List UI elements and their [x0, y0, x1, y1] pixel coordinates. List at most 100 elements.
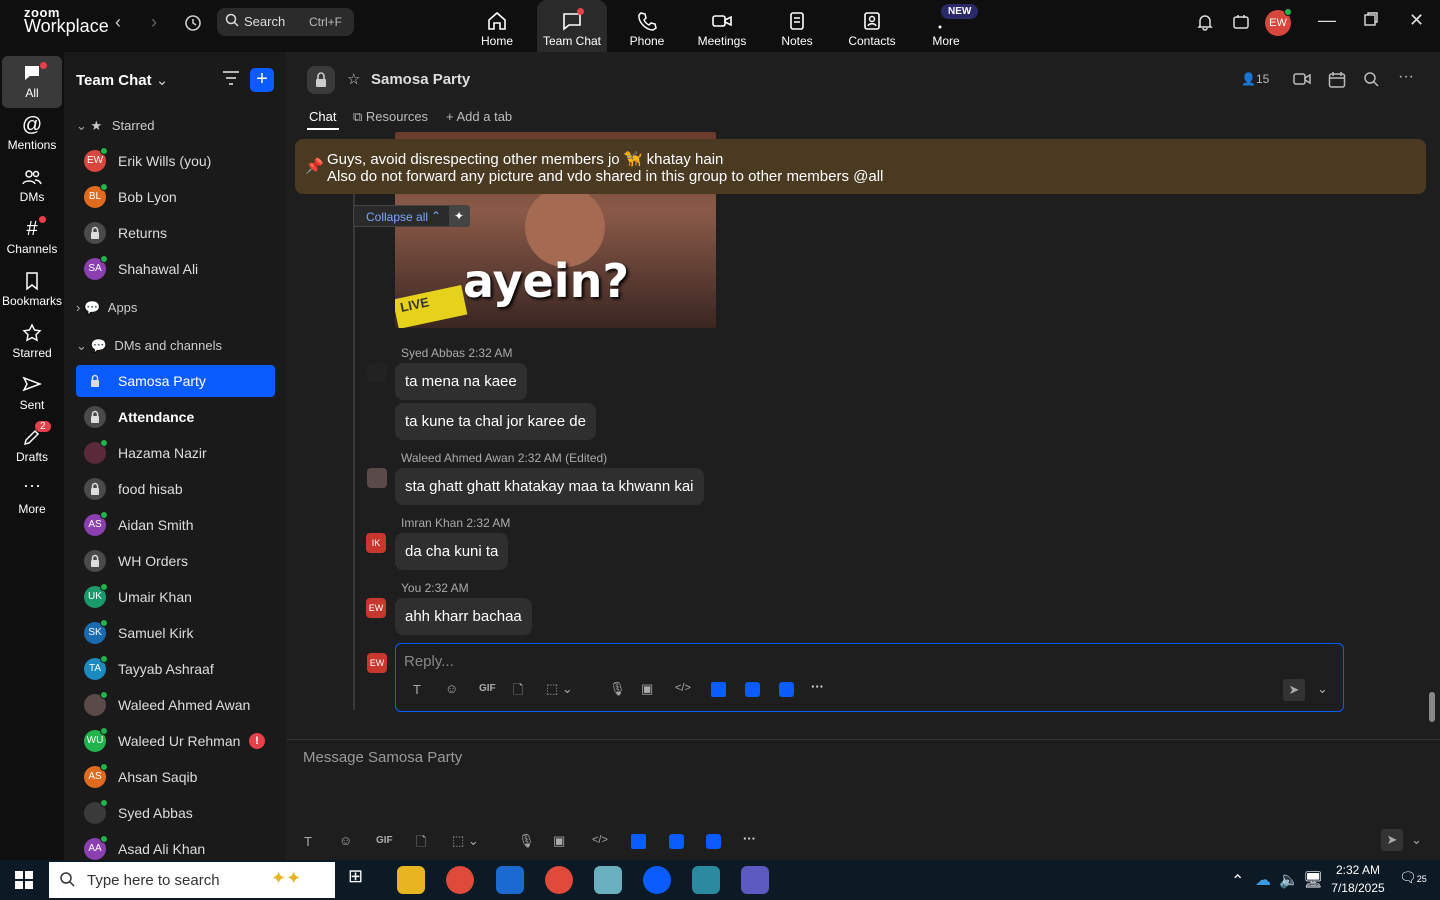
- avatar[interactable]: [367, 468, 387, 488]
- nav-contacts[interactable]: Contacts: [837, 0, 907, 52]
- avatar[interactable]: IK: [366, 533, 386, 553]
- dm-item[interactable]: WU Waleed Ur Rehman: [76, 725, 275, 757]
- send-icon[interactable]: ➤: [1283, 679, 1305, 701]
- tab-chat[interactable]: Chat: [309, 109, 336, 124]
- microphone-icon[interactable]: 🎙: [518, 833, 535, 849]
- compose-placeholder[interactable]: Message Samosa Party: [303, 749, 462, 766]
- rail-more[interactable]: ··· More: [2, 472, 62, 524]
- history-icon[interactable]: [183, 13, 203, 38]
- search-icon[interactable]: [1363, 71, 1379, 92]
- dm-item[interactable]: Syed Abbas: [76, 797, 275, 829]
- screenshot-icon[interactable]: ⬚ ⌄: [546, 681, 573, 697]
- onedrive-icon[interactable]: ☁: [1255, 870, 1271, 890]
- pinned-message[interactable]: 📌 Guys, avoid disrespecting other member…: [295, 139, 1426, 194]
- message-bubble[interactable]: ahh kharr bachaa: [395, 598, 532, 635]
- dm-item[interactable]: UK Umair Khan: [76, 581, 275, 613]
- whiteboard-icon[interactable]: [1232, 13, 1250, 36]
- dm-item[interactable]: Samosa Party: [76, 365, 275, 397]
- close-icon[interactable]: ✕: [1409, 10, 1424, 31]
- emoji-icon[interactable]: ☺: [339, 833, 352, 848]
- rail-channels[interactable]: # Channels: [2, 212, 62, 264]
- more-options-icon[interactable]: ···: [1398, 68, 1414, 86]
- rail-bookmarks[interactable]: Bookmarks: [2, 264, 62, 316]
- volume-icon[interactable]: 🔈: [1279, 870, 1299, 890]
- app-icon[interactable]: [594, 866, 622, 894]
- code-icon[interactable]: </>: [592, 834, 608, 846]
- send-icon[interactable]: ➤: [1381, 829, 1403, 851]
- message-bubble[interactable]: ta mena na kaee: [395, 363, 527, 400]
- section-dms[interactable]: ⌄ 💬 DMs and channels: [76, 338, 222, 354]
- collapse-all-button[interactable]: Collapse all ⌃ ✦: [353, 205, 470, 227]
- windows-start-icon[interactable]: [15, 871, 33, 894]
- rail-all[interactable]: All: [2, 56, 62, 108]
- section-apps[interactable]: › 💬 Apps: [76, 300, 137, 316]
- app-icon[interactable]: [706, 834, 721, 849]
- task-view-icon[interactable]: ⊞: [348, 866, 376, 894]
- format-text-icon[interactable]: T: [304, 834, 312, 849]
- rail-mentions[interactable]: @ Mentions: [2, 108, 62, 160]
- file-icon[interactable]: 🗋: [513, 681, 523, 703]
- gif-button[interactable]: GIF: [479, 683, 496, 694]
- docs-icon[interactable]: [711, 682, 726, 697]
- dm-item[interactable]: Attendance: [76, 401, 275, 433]
- dm-item[interactable]: WH Orders: [76, 545, 275, 577]
- dm-item[interactable]: AS Aidan Smith: [76, 509, 275, 541]
- zoom-icon[interactable]: [643, 866, 671, 894]
- app-icon[interactable]: [669, 834, 684, 849]
- nav-phone[interactable]: Phone: [612, 0, 682, 52]
- nav-notes[interactable]: Notes: [762, 0, 832, 52]
- channel-name[interactable]: Samosa Party: [371, 71, 470, 88]
- chevron-down-icon[interactable]: ⌄: [1317, 681, 1328, 697]
- docs-icon[interactable]: [631, 834, 646, 849]
- minimize-icon[interactable]: —: [1318, 10, 1336, 31]
- members-count[interactable]: 👤15: [1241, 72, 1269, 86]
- more-dots-icon[interactable]: ···: [811, 679, 824, 694]
- message-bubble[interactable]: sta ghatt ghatt khatakay maa ta khwann k…: [395, 468, 704, 505]
- app-icon[interactable]: [779, 682, 794, 697]
- video-message-icon[interactable]: ▣: [553, 833, 565, 849]
- tab-resources[interactable]: ⧉ Resources: [353, 109, 428, 125]
- rail-dms[interactable]: DMs: [2, 160, 62, 212]
- forward-arrow-icon[interactable]: ›: [151, 12, 157, 33]
- clock-time[interactable]: 2:32 AM: [1328, 863, 1388, 877]
- starred-item[interactable]: Returns: [76, 217, 275, 249]
- nav-team-chat[interactable]: Team Chat: [537, 0, 607, 52]
- file-icon[interactable]: 🗋: [416, 833, 426, 855]
- rail-drafts[interactable]: Drafts 2: [2, 420, 62, 472]
- app-icon[interactable]: [745, 682, 760, 697]
- taskbar-search[interactable]: Type here to search ✦✦: [49, 862, 335, 898]
- nav-meetings[interactable]: Meetings: [687, 0, 757, 52]
- more-dots-icon[interactable]: ···: [743, 831, 756, 846]
- rail-starred[interactable]: Starred: [2, 316, 62, 368]
- dm-item[interactable]: SK Samuel Kirk: [76, 617, 275, 649]
- sidebar-title[interactable]: Team Chat ⌄: [76, 71, 168, 89]
- reply-input[interactable]: Reply... T ☺ GIF 🗋 ⬚ ⌄ 🎙 ▣ </> ··· ➤ ⌄: [395, 643, 1344, 712]
- dm-item[interactable]: TA Tayyab Ashraaf: [76, 653, 275, 685]
- screenshot-icon[interactable]: ⬚ ⌄: [452, 833, 479, 849]
- dm-item[interactable]: food hisab: [76, 473, 275, 505]
- microphone-icon[interactable]: 🎙: [609, 681, 626, 697]
- notifications-icon[interactable]: 🗨25: [1399, 869, 1427, 886]
- dm-item[interactable]: AS Ahsan Saqib: [76, 761, 275, 793]
- avatar[interactable]: EW: [366, 598, 386, 618]
- filter-icon[interactable]: [222, 70, 240, 91]
- network-icon[interactable]: 🖥: [1303, 870, 1323, 890]
- emoji-icon[interactable]: ☺: [445, 681, 458, 696]
- video-message-icon[interactable]: ▣: [641, 681, 653, 697]
- starred-item[interactable]: SA Shahawal Ali: [76, 253, 275, 285]
- chevron-down-icon[interactable]: ⌄: [1411, 832, 1422, 848]
- rail-sent[interactable]: Sent: [2, 368, 62, 420]
- section-starred[interactable]: ⌄ ★ Starred: [76, 118, 154, 134]
- back-arrow-icon[interactable]: ‹: [115, 12, 121, 33]
- calendar-icon[interactable]: [1328, 71, 1346, 94]
- search-bar[interactable]: Search Ctrl+F: [217, 8, 354, 36]
- format-text-icon[interactable]: T: [413, 682, 421, 697]
- star-outline-icon[interactable]: ☆: [347, 70, 360, 88]
- video-call-icon[interactable]: [1293, 72, 1311, 91]
- teams-icon[interactable]: [741, 866, 769, 894]
- avatar[interactable]: [367, 363, 387, 383]
- message-bubble[interactable]: ta kune ta chal jor karee de: [395, 403, 596, 440]
- tab-add[interactable]: + Add a tab: [446, 109, 512, 124]
- clock-date[interactable]: 7/18/2025: [1328, 881, 1388, 895]
- scrollbar[interactable]: [1429, 692, 1435, 722]
